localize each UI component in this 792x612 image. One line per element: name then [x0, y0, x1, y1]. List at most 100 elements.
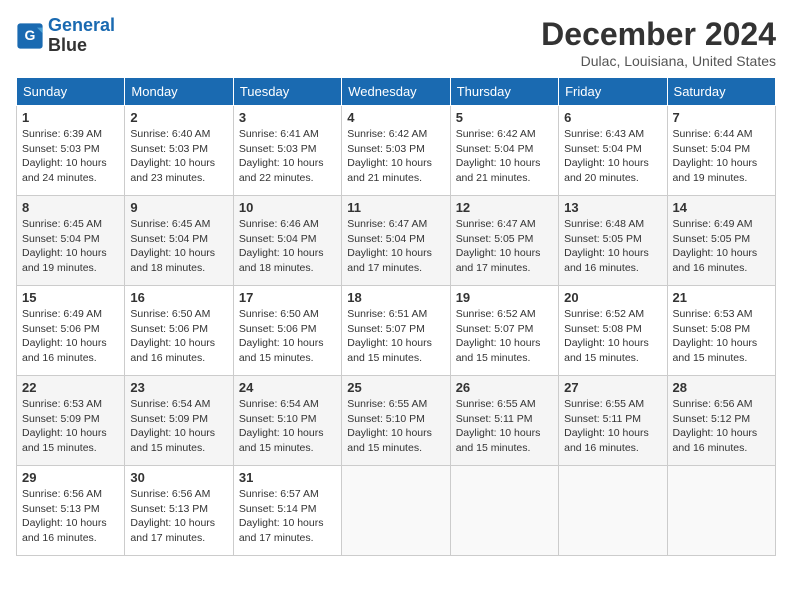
calendar-cell: 7Sunrise: 6:44 AM Sunset: 5:04 PM Daylig…: [667, 106, 775, 196]
day-number: 8: [22, 200, 119, 215]
day-info: Sunrise: 6:46 AM Sunset: 5:04 PM Dayligh…: [239, 217, 336, 276]
day-number: 31: [239, 470, 336, 485]
calendar-cell: 2Sunrise: 6:40 AM Sunset: 5:03 PM Daylig…: [125, 106, 233, 196]
calendar-week-row: 29Sunrise: 6:56 AM Sunset: 5:13 PM Dayli…: [17, 466, 776, 556]
calendar-cell: 1Sunrise: 6:39 AM Sunset: 5:03 PM Daylig…: [17, 106, 125, 196]
calendar-cell: 9 Sunrise: 6:45 AM Sunset: 5:04 PM Daylig…: [125, 196, 233, 286]
day-number: 10: [239, 200, 336, 215]
day-number: 21: [673, 290, 770, 305]
day-info: Sunrise: 6:52 AM Sunset: 5:08 PM Dayligh…: [564, 307, 661, 366]
calendar-cell: 11 Sunrise: 6:47 AM Sunset: 5:04 PM Dayli…: [342, 196, 450, 286]
day-number: 27: [564, 380, 661, 395]
calendar-week-row: 15 Sunrise: 6:49 AM Sunset: 5:06 PM Dayli…: [17, 286, 776, 376]
logo: G General Blue: [16, 16, 115, 56]
month-title: December 2024: [541, 16, 776, 53]
day-number: 25: [347, 380, 444, 395]
calendar-cell: 21 Sunrise: 6:53 AM Sunset: 5:08 PM Dayli…: [667, 286, 775, 376]
calendar: SundayMondayTuesdayWednesdayThursdayFrid…: [16, 77, 776, 556]
day-number: 14: [673, 200, 770, 215]
header: G General Blue December 2024 Dulac, Loui…: [16, 16, 776, 69]
day-number: 18: [347, 290, 444, 305]
weekday-header: Wednesday: [342, 78, 450, 106]
day-info: Sunrise: 6:49 AM Sunset: 5:06 PM Dayligh…: [22, 307, 119, 366]
day-info: Sunrise: 6:56 AM Sunset: 5:13 PM Dayligh…: [130, 487, 227, 546]
day-info: Sunrise: 6:53 AM Sunset: 5:08 PM Dayligh…: [673, 307, 770, 366]
calendar-cell: 12Sunrise: 6:47 AM Sunset: 5:05 PM Dayli…: [450, 196, 558, 286]
day-number: 4: [347, 110, 444, 125]
calendar-cell: 29Sunrise: 6:56 AM Sunset: 5:13 PM Dayli…: [17, 466, 125, 556]
day-number: 15: [22, 290, 119, 305]
calendar-cell: 28Sunrise: 6:56 AM Sunset: 5:12 PM Dayli…: [667, 376, 775, 466]
day-info: Sunrise: 6:42 AM Sunset: 5:04 PM Dayligh…: [456, 127, 553, 186]
day-info: Sunrise: 6:57 AM Sunset: 5:14 PM Dayligh…: [239, 487, 336, 546]
day-number: 17: [239, 290, 336, 305]
weekday-header: Monday: [125, 78, 233, 106]
calendar-cell: 22 Sunrise: 6:53 AM Sunset: 5:09 PM Dayli…: [17, 376, 125, 466]
day-number: 26: [456, 380, 553, 395]
calendar-week-row: 8 Sunrise: 6:45 AM Sunset: 5:04 PM Daylig…: [17, 196, 776, 286]
day-info: Sunrise: 6:45 AM Sunset: 5:04 PM Dayligh…: [130, 217, 227, 276]
day-info: Sunrise: 6:50 AM Sunset: 5:06 PM Dayligh…: [239, 307, 336, 366]
day-number: 19: [456, 290, 553, 305]
calendar-cell: 27 Sunrise: 6:55 AM Sunset: 5:11 PM Dayli…: [559, 376, 667, 466]
day-info: Sunrise: 6:55 AM Sunset: 5:11 PM Dayligh…: [456, 397, 553, 456]
day-info: Sunrise: 6:42 AM Sunset: 5:03 PM Dayligh…: [347, 127, 444, 186]
calendar-cell: 20Sunrise: 6:52 AM Sunset: 5:08 PM Dayli…: [559, 286, 667, 376]
day-info: Sunrise: 6:55 AM Sunset: 5:10 PM Dayligh…: [347, 397, 444, 456]
day-info: Sunrise: 6:55 AM Sunset: 5:11 PM Dayligh…: [564, 397, 661, 456]
calendar-cell: 17 Sunrise: 6:50 AM Sunset: 5:06 PM Dayli…: [233, 286, 341, 376]
day-number: 13: [564, 200, 661, 215]
calendar-cell: 13 Sunrise: 6:48 AM Sunset: 5:05 PM Dayli…: [559, 196, 667, 286]
calendar-cell: 4 Sunrise: 6:42 AM Sunset: 5:03 PM Daylig…: [342, 106, 450, 196]
calendar-cell: 18 Sunrise: 6:51 AM Sunset: 5:07 PM Dayli…: [342, 286, 450, 376]
calendar-cell: 16 Sunrise: 6:50 AM Sunset: 5:06 PM Dayli…: [125, 286, 233, 376]
day-info: Sunrise: 6:50 AM Sunset: 5:06 PM Dayligh…: [130, 307, 227, 366]
calendar-cell: [450, 466, 558, 556]
logo-icon: G: [16, 22, 44, 50]
location: Dulac, Louisiana, United States: [541, 53, 776, 69]
weekday-header: Thursday: [450, 78, 558, 106]
logo-text: General Blue: [48, 16, 115, 56]
title-area: December 2024 Dulac, Louisiana, United S…: [541, 16, 776, 69]
day-info: Sunrise: 6:49 AM Sunset: 5:05 PM Dayligh…: [673, 217, 770, 276]
day-info: Sunrise: 6:47 AM Sunset: 5:04 PM Dayligh…: [347, 217, 444, 276]
calendar-cell: 31 Sunrise: 6:57 AM Sunset: 5:14 PM Dayli…: [233, 466, 341, 556]
calendar-week-row: 1Sunrise: 6:39 AM Sunset: 5:03 PM Daylig…: [17, 106, 776, 196]
day-number: 30: [130, 470, 227, 485]
day-number: 3: [239, 110, 336, 125]
day-number: 24: [239, 380, 336, 395]
weekday-header: Saturday: [667, 78, 775, 106]
day-number: 16: [130, 290, 227, 305]
day-info: Sunrise: 6:54 AM Sunset: 5:09 PM Dayligh…: [130, 397, 227, 456]
calendar-cell: 25 Sunrise: 6:55 AM Sunset: 5:10 PM Dayli…: [342, 376, 450, 466]
day-info: Sunrise: 6:51 AM Sunset: 5:07 PM Dayligh…: [347, 307, 444, 366]
calendar-cell: 26 Sunrise: 6:55 AM Sunset: 5:11 PM Dayli…: [450, 376, 558, 466]
calendar-cell: 15 Sunrise: 6:49 AM Sunset: 5:06 PM Dayli…: [17, 286, 125, 376]
day-info: Sunrise: 6:39 AM Sunset: 5:03 PM Dayligh…: [22, 127, 119, 186]
day-info: Sunrise: 6:43 AM Sunset: 5:04 PM Dayligh…: [564, 127, 661, 186]
calendar-cell: 6 Sunrise: 6:43 AM Sunset: 5:04 PM Daylig…: [559, 106, 667, 196]
day-info: Sunrise: 6:56 AM Sunset: 5:13 PM Dayligh…: [22, 487, 119, 546]
calendar-cell: 5 Sunrise: 6:42 AM Sunset: 5:04 PM Daylig…: [450, 106, 558, 196]
weekday-header: Tuesday: [233, 78, 341, 106]
calendar-cell: 14 Sunrise: 6:49 AM Sunset: 5:05 PM Dayli…: [667, 196, 775, 286]
weekday-header: Friday: [559, 78, 667, 106]
day-number: 22: [22, 380, 119, 395]
day-number: 23: [130, 380, 227, 395]
day-info: Sunrise: 6:53 AM Sunset: 5:09 PM Dayligh…: [22, 397, 119, 456]
calendar-cell: 23 Sunrise: 6:54 AM Sunset: 5:09 PM Dayli…: [125, 376, 233, 466]
day-number: 9: [130, 200, 227, 215]
svg-text:G: G: [25, 27, 36, 43]
day-info: Sunrise: 6:44 AM Sunset: 5:04 PM Dayligh…: [673, 127, 770, 186]
calendar-cell: [667, 466, 775, 556]
day-number: 12: [456, 200, 553, 215]
day-info: Sunrise: 6:48 AM Sunset: 5:05 PM Dayligh…: [564, 217, 661, 276]
calendar-cell: 24 Sunrise: 6:54 AM Sunset: 5:10 PM Dayli…: [233, 376, 341, 466]
calendar-cell: [342, 466, 450, 556]
day-number: 28: [673, 380, 770, 395]
day-number: 11: [347, 200, 444, 215]
calendar-cell: [559, 466, 667, 556]
day-number: 5: [456, 110, 553, 125]
day-number: 6: [564, 110, 661, 125]
day-info: Sunrise: 6:54 AM Sunset: 5:10 PM Dayligh…: [239, 397, 336, 456]
